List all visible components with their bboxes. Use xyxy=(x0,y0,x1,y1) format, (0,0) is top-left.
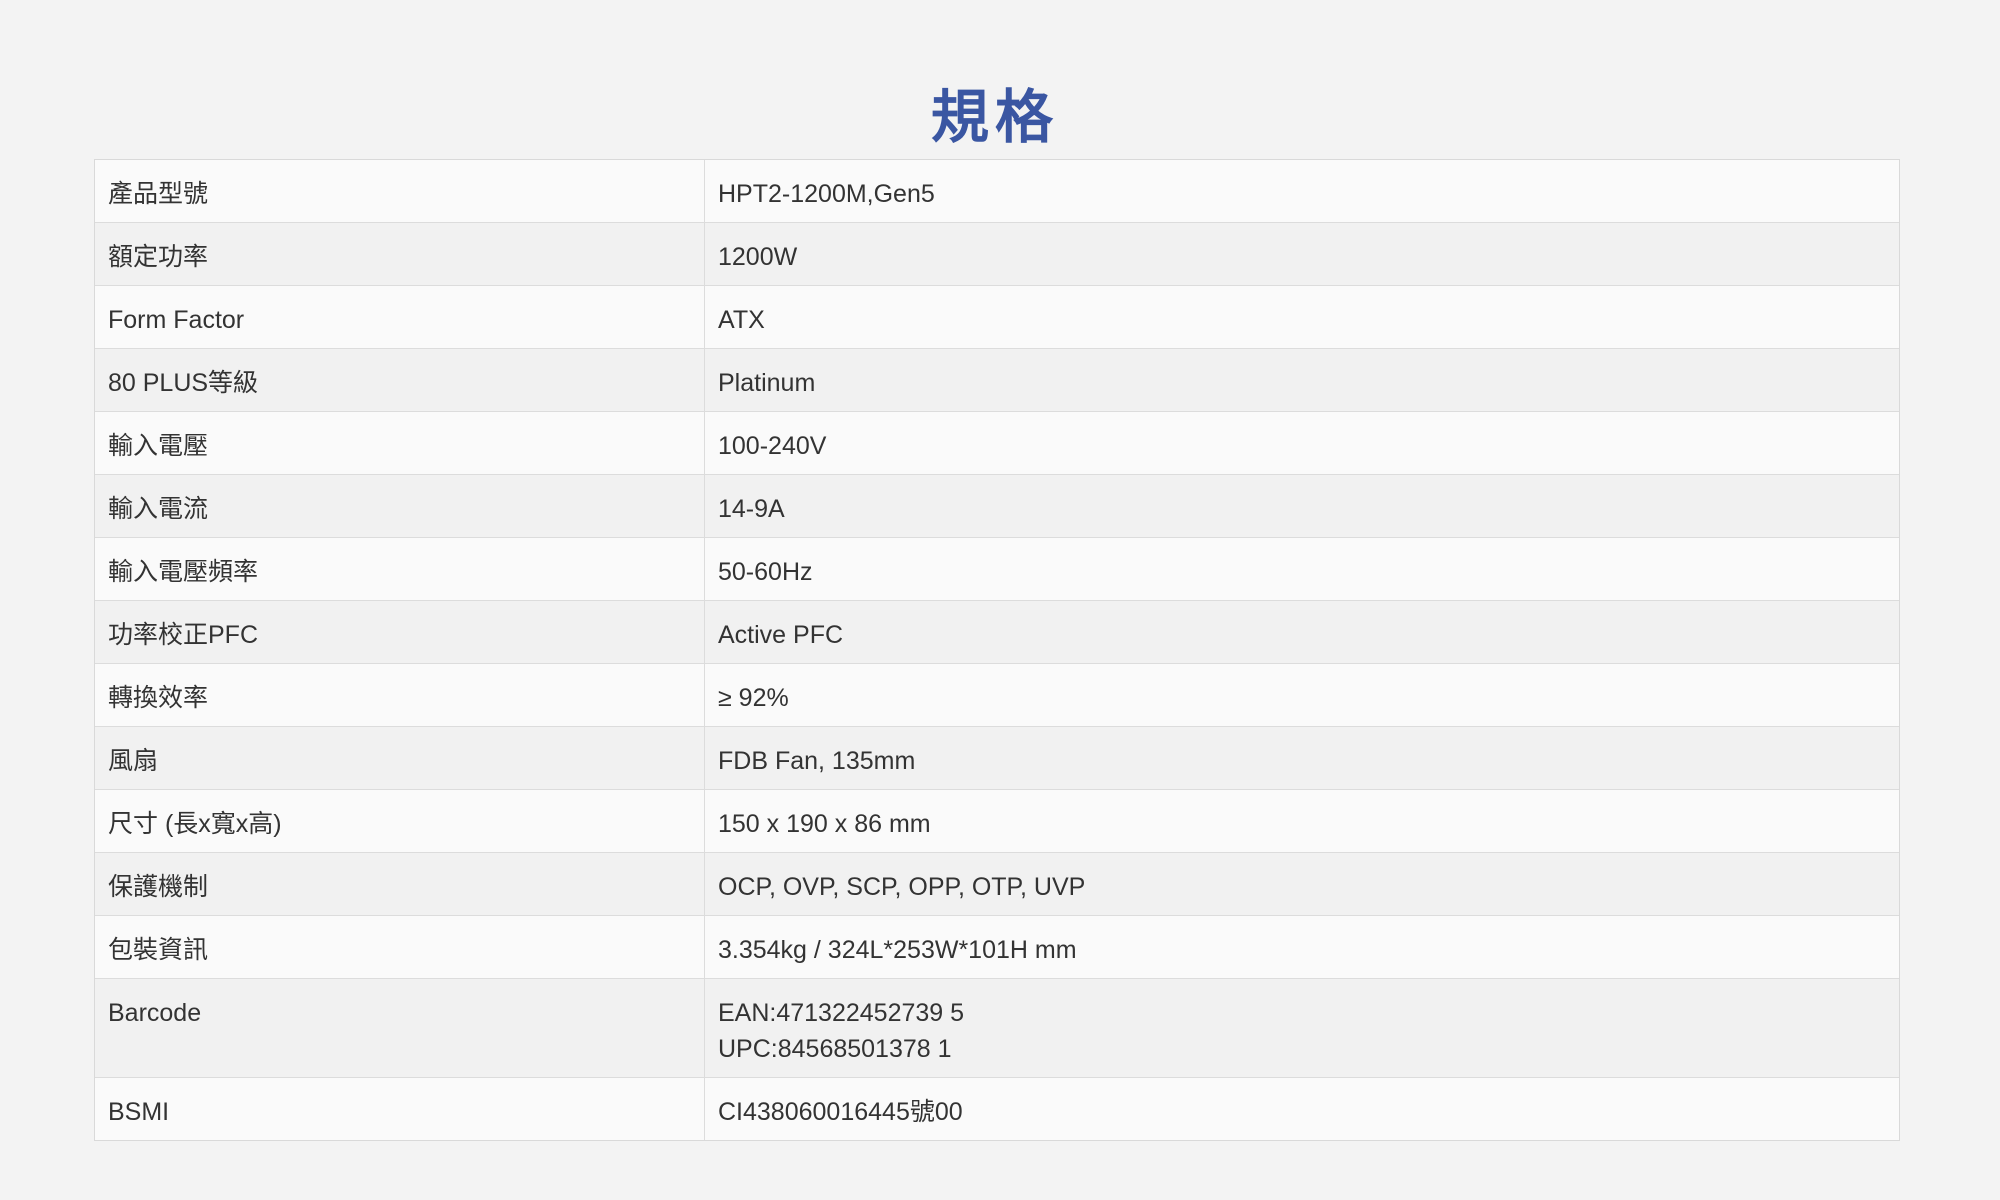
table-row: 尺寸 (長x寬x高) 150 x 190 x 86 mm xyxy=(95,789,1899,852)
spec-value-bsmi: CI438060016445號00 xyxy=(705,1078,1899,1140)
spec-value-barcode: EAN:471322452739 5 UPC:84568501378 1 xyxy=(705,979,1899,1077)
spec-value-80plus: Platinum xyxy=(705,349,1899,411)
spec-label-dimensions: 尺寸 (長x寬x高) xyxy=(95,790,705,852)
table-row: Barcode EAN:471322452739 5 UPC:845685013… xyxy=(95,978,1899,1077)
spec-value-line-upc: UPC:84568501378 1 xyxy=(718,1035,952,1063)
spec-label-pfc: 功率校正PFC xyxy=(95,601,705,663)
table-row: BSMI CI438060016445號00 xyxy=(95,1077,1899,1140)
spec-label-efficiency: 轉換效率 xyxy=(95,664,705,726)
table-row: Form Factor ATX xyxy=(95,285,1899,348)
spec-value-line: FDB Fan, 135mm xyxy=(718,747,916,775)
spec-value-input-frequency: 50-60Hz xyxy=(705,538,1899,600)
spec-label-input-frequency: 輸入電壓頻率 xyxy=(95,538,705,600)
spec-label-80plus: 80 PLUS等級 xyxy=(95,349,705,411)
spec-value-efficiency: ≥ 92% xyxy=(705,664,1899,726)
spec-value-line: 14-9A xyxy=(718,495,785,523)
spec-value-line: CI438060016445號00 xyxy=(718,1098,963,1126)
spec-value-protection: OCP, OVP, SCP, OPP, OTP, UVP xyxy=(705,853,1899,915)
spec-label-model: 產品型號 xyxy=(95,160,705,222)
spec-value-line: 1200W xyxy=(718,243,798,271)
spec-value-line: Active PFC xyxy=(718,621,844,649)
spec-label-form-factor: Form Factor xyxy=(95,286,705,348)
table-row: 轉換效率 ≥ 92% xyxy=(95,663,1899,726)
spec-value-line: 3.354kg / 324L*253W*101H mm xyxy=(718,936,1077,964)
table-row: 輸入電壓頻率 50-60Hz xyxy=(95,537,1899,600)
spec-value-line: 150 x 190 x 86 mm xyxy=(718,810,931,838)
spec-label-protection: 保護機制 xyxy=(95,853,705,915)
spec-value-line: 50-60Hz xyxy=(718,558,813,586)
spec-label-barcode: Barcode xyxy=(95,979,705,1077)
spec-value-input-current: 14-9A xyxy=(705,475,1899,537)
spec-value-line: HPT2-1200M,Gen5 xyxy=(718,180,935,208)
spec-label-input-current: 輸入電流 xyxy=(95,475,705,537)
spec-value-form-factor: ATX xyxy=(705,286,1899,348)
spec-value-line: OCP, OVP, SCP, OPP, OTP, UVP xyxy=(718,873,1086,901)
spec-value-input-voltage: 100-240V xyxy=(705,412,1899,474)
table-row: 保護機制 OCP, OVP, SCP, OPP, OTP, UVP xyxy=(95,852,1899,915)
spec-value-pfc: Active PFC xyxy=(705,601,1899,663)
spec-value-line: ATX xyxy=(718,306,765,334)
spec-value-line: ≥ 92% xyxy=(718,684,789,712)
spec-value-fan: FDB Fan, 135mm xyxy=(705,727,1899,789)
table-row: 80 PLUS等級 Platinum xyxy=(95,348,1899,411)
table-row: 產品型號 HPT2-1200M,Gen5 xyxy=(95,160,1899,222)
spec-label-package: 包裝資訊 xyxy=(95,916,705,978)
spec-value-line: Platinum xyxy=(718,369,816,397)
table-row: 輸入電流 14-9A xyxy=(95,474,1899,537)
spec-value-line: 100-240V xyxy=(718,432,827,460)
spec-label-bsmi: BSMI xyxy=(95,1078,705,1140)
spec-value-rated-power: 1200W xyxy=(705,223,1899,285)
spec-label-fan: 風扇 xyxy=(95,727,705,789)
table-row: 額定功率 1200W xyxy=(95,222,1899,285)
page-title: 規格 xyxy=(930,82,1059,151)
table-row: 功率校正PFC Active PFC xyxy=(95,600,1899,663)
table-row: 輸入電壓 100-240V xyxy=(95,411,1899,474)
spec-value-model: HPT2-1200M,Gen5 xyxy=(705,160,1899,222)
spec-value-line-ean: EAN:471322452739 5 xyxy=(718,999,965,1027)
table-row: 風扇 FDB Fan, 135mm xyxy=(95,726,1899,789)
spec-label-rated-power: 額定功率 xyxy=(95,223,705,285)
spec-value-dimensions: 150 x 190 x 86 mm xyxy=(705,790,1899,852)
spec-value-package: 3.354kg / 324L*253W*101H mm xyxy=(705,916,1899,978)
spec-label-input-voltage: 輸入電壓 xyxy=(95,412,705,474)
spec-table: 產品型號 HPT2-1200M,Gen5 額定功率 1200W Form Fac… xyxy=(94,159,1900,1141)
table-row: 包裝資訊 3.354kg / 324L*253W*101H mm xyxy=(95,915,1899,978)
